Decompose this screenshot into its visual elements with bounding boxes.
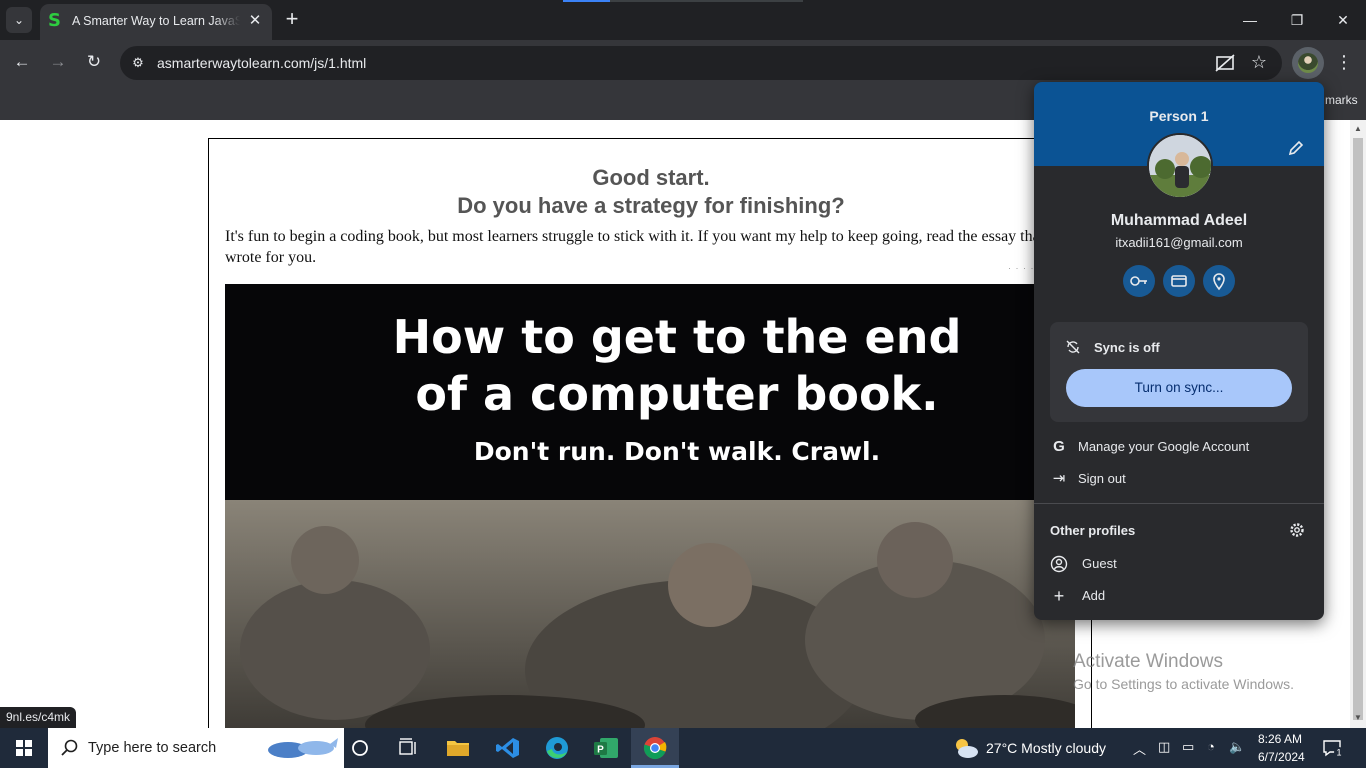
guest-icon <box>1050 555 1068 573</box>
profile-label: Person 1 <box>1149 108 1209 124</box>
restore-button[interactable]: ❐ <box>1282 6 1312 34</box>
battery-icon[interactable]: ▭ <box>1182 739 1194 755</box>
banner-title-line-1: How to get to the end <box>392 310 962 364</box>
project-icon[interactable]: P <box>582 728 630 768</box>
activate-windows-title: Activate Windows <box>1073 651 1223 672</box>
crawling-people-photo[interactable] <box>225 500 1075 728</box>
profile-email: itxadii161@gmail.com <box>1115 235 1243 250</box>
bookmark-star-icon[interactable]: ☆ <box>1248 51 1270 73</box>
key-icon[interactable] <box>1123 265 1155 297</box>
heading-line-1: Good start. <box>592 165 710 190</box>
notification-center-icon[interactable]: 1 <box>1322 738 1344 758</box>
add-label: Add <box>1082 588 1106 603</box>
minimize-button[interactable]: — <box>1235 6 1265 34</box>
network-icon[interactable]: ◔ <box>1207 739 1215 754</box>
more-menu-icon[interactable]: ⋮ <box>1332 48 1356 76</box>
sign-out-item[interactable]: ⇥ Sign out <box>1034 464 1324 494</box>
forward-button[interactable]: → <box>44 48 72 76</box>
vscode-icon[interactable] <box>484 728 532 768</box>
essay-banner[interactable]: How to get to the end of a computer book… <box>225 284 1075 500</box>
other-profiles-heading: Other profiles <box>1050 523 1136 538</box>
camera-blocked-icon[interactable] <box>1214 53 1236 73</box>
vertical-scrollbar[interactable]: ▲ ▼ <box>1350 120 1366 728</box>
svg-text:P: P <box>597 745 604 756</box>
profile-menu: Person 1 Muhammad Adeel itxadii161@gmail… <box>1034 82 1324 620</box>
add-profile-item[interactable]: + Add <box>1034 581 1324 611</box>
search-placeholder: Type here to search <box>88 740 217 756</box>
url-text[interactable]: asmarterwaytolearn.com/js/1.html <box>157 55 366 71</box>
search-icon <box>61 739 78 756</box>
plus-icon: + <box>1053 586 1065 606</box>
photo-illustration <box>225 500 1075 728</box>
guest-label: Guest <box>1082 556 1117 571</box>
scroll-thumb[interactable] <box>1353 138 1363 720</box>
profile-avatar <box>1147 133 1213 199</box>
reload-button[interactable]: ↻ <box>80 48 108 76</box>
manage-account-item[interactable]: G Manage your Google Account <box>1034 432 1324 462</box>
address-bar[interactable]: ⚙ asmarterwaytolearn.com/js/1.html ☆ <box>120 46 1282 80</box>
download-progress <box>563 0 610 2</box>
show-hidden-icons[interactable]: ︿ <box>1133 739 1146 758</box>
manage-account-label: Manage your Google Account <box>1078 439 1250 454</box>
weather-cloud-icon[interactable] <box>952 736 980 760</box>
heading-line-2: Do you have a strategy for finishing? <box>457 193 845 218</box>
card-icon[interactable] <box>1163 265 1195 297</box>
volume-icon[interactable]: 🔈 <box>1229 739 1245 755</box>
taskbar-search-box[interactable]: Type here to search <box>48 728 344 768</box>
activate-windows-subtitle: Go to Settings to activate Windows. <box>1073 676 1294 692</box>
profile-avatar-button[interactable] <box>1292 47 1324 79</box>
svg-text:1: 1 <box>1336 748 1341 758</box>
meet-now-icon[interactable]: ◫ <box>1158 739 1170 755</box>
close-window-button[interactable]: ✕ <box>1328 6 1358 34</box>
intro-paragraph: It's fun to begin a coding book, but mos… <box>225 228 1054 266</box>
active-tab[interactable]: S A Smarter Way to Learn JavaScript ✕ <box>40 4 272 40</box>
tab-strip: ⌄ S A Smarter Way to Learn JavaScript ✕ … <box>0 0 1366 40</box>
cortana-icon[interactable] <box>336 728 384 768</box>
file-explorer-icon[interactable] <box>434 728 482 768</box>
scroll-down-icon[interactable]: ▼ <box>1354 713 1362 722</box>
turn-on-sync-button[interactable]: Turn on sync... <box>1066 369 1292 407</box>
search-highlight-whale-icon <box>268 738 338 758</box>
back-button[interactable]: ← <box>8 48 36 76</box>
task-view-icon[interactable] <box>384 728 432 768</box>
site-info-icon[interactable]: ⚙ <box>128 53 148 73</box>
google-g-icon: G <box>1053 438 1065 455</box>
status-bubble: 9nl.es/c4mk <box>0 707 77 728</box>
windows-taskbar: Type here to search P 27°C Mostly cloudy… <box>0 728 1366 768</box>
toolbar: ← → ↻ ⚙ asmarterwaytolearn.com/js/1.html… <box>0 40 1366 84</box>
edit-pencil-icon[interactable] <box>1286 138 1306 158</box>
sign-out-icon: ⇥ <box>1052 470 1066 487</box>
tab-search-button[interactable]: ⌄ <box>6 7 32 33</box>
profile-name: Muhammad Adeel <box>1110 212 1248 229</box>
weather-text[interactable]: 27°C Mostly cloudy <box>986 740 1106 756</box>
manage-profiles-gear-icon[interactable] <box>1288 521 1306 539</box>
sync-status: Sync is off <box>1094 340 1160 355</box>
sync-off-icon <box>1066 340 1080 354</box>
location-icon[interactable] <box>1203 265 1235 297</box>
divider <box>1034 503 1324 504</box>
clock-time[interactable]: 8:26 AM <box>1258 732 1302 746</box>
start-button[interactable] <box>0 728 48 768</box>
banner-title-line-2: of a computer book. <box>415 367 939 421</box>
tab-title: A Smarter Way to Learn JavaScript <box>72 14 240 28</box>
sync-card: Sync is off Turn on sync... <box>1050 322 1308 422</box>
scroll-up-icon[interactable]: ▲ <box>1354 124 1362 133</box>
clock-date[interactable]: 6/7/2024 <box>1258 750 1305 764</box>
new-tab-button[interactable]: + <box>280 8 304 32</box>
tab-close-icon[interactable]: ✕ <box>246 12 264 30</box>
banner-subtitle: Don't run. Don't walk. Crawl. <box>473 437 881 466</box>
lesson-box: Good start. Do you have a strategy for f… <box>208 138 1092 728</box>
site-favicon-icon: S <box>48 10 61 31</box>
avatar <box>1298 53 1318 73</box>
chrome-icon[interactable] <box>631 728 679 768</box>
guest-profile-item[interactable]: Guest <box>1034 549 1324 579</box>
edge-icon[interactable] <box>533 728 581 768</box>
all-bookmarks-label[interactable]: marks <box>1325 93 1358 107</box>
sign-out-label: Sign out <box>1078 471 1126 486</box>
